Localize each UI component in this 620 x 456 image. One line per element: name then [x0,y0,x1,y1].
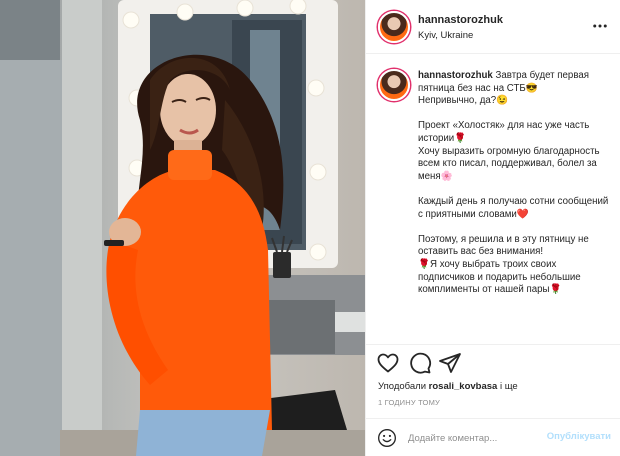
comment-input[interactable] [408,427,538,449]
caption-text: hannastorozhuk Завтра будет первая пятни… [418,70,609,297]
likes-line: Уподобали rosali_kovbasa і ще [378,381,518,392]
comment-bar: Опублікувати [366,418,620,456]
likes-prefix: Уподобали [378,381,429,392]
post-photo[interactable] [0,0,365,456]
header-location[interactable]: Kyiv, Ukraine [418,30,473,41]
header-username[interactable]: hannastorozhuk [418,14,503,26]
emoji-icon[interactable] [377,428,397,448]
caption-username[interactable]: hannastorozhuk [418,70,493,81]
more-horizontal-icon[interactable] [591,17,609,35]
post-side-panel: hannastorozhuk Kyiv, Ukraine hannastoroz… [365,0,620,456]
post-image [0,0,365,456]
likes-suffix[interactable]: і ще [497,381,518,392]
heart-icon[interactable] [376,351,400,375]
caption-avatar[interactable] [378,69,410,101]
publish-button[interactable]: Опублікувати [547,431,611,442]
post-time[interactable]: 1 ГОДИНУ ТОМУ [378,398,440,407]
comment-icon[interactable] [408,351,432,375]
likes-user[interactable]: rosali_kovbasa [429,381,498,392]
share-icon[interactable] [438,351,462,375]
caption-body: Завтра будет первая пятница без нас на С… [418,70,609,296]
post-actions: Уподобали rosali_kovbasa і ще 1 ГОДИНУ Т… [366,344,620,428]
avatar[interactable] [378,11,410,43]
post-header: hannastorozhuk Kyiv, Ukraine [366,0,620,54]
post-caption: hannastorozhuk Завтра будет первая пятни… [366,54,620,344]
